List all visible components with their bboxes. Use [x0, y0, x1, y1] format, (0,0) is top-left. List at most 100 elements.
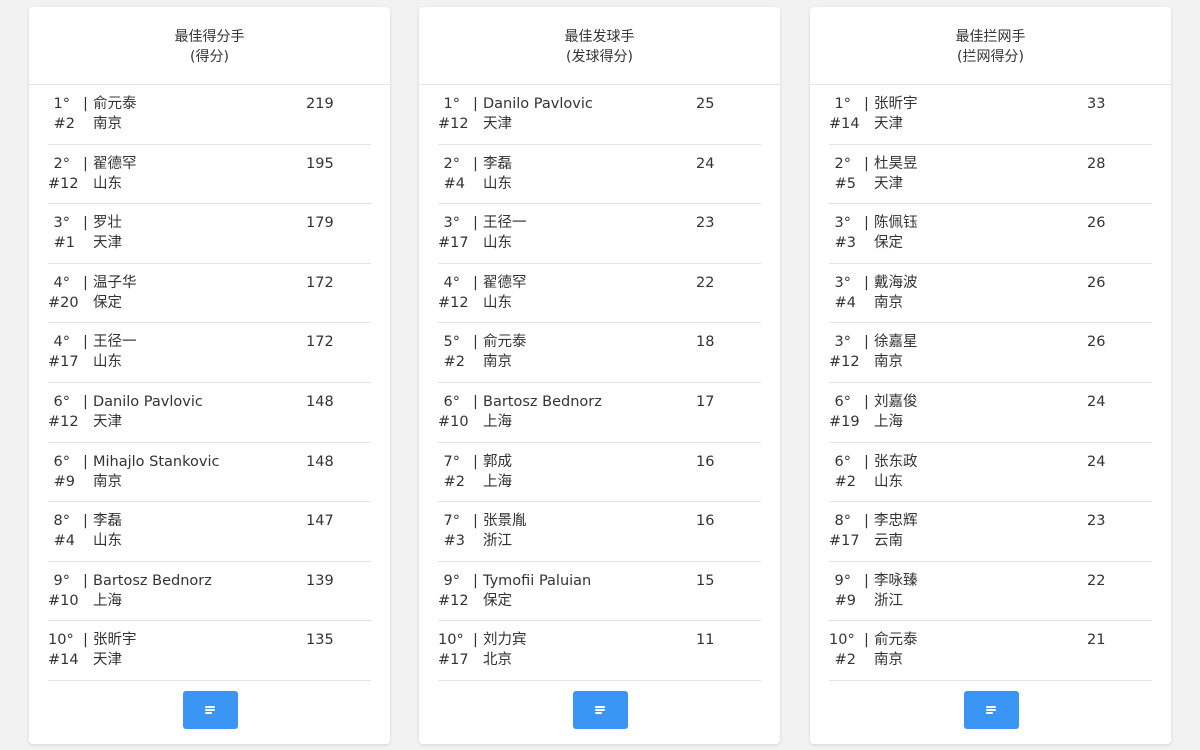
separator: |: [83, 215, 88, 232]
list-item[interactable]: 5° #2 | 俞元泰 南京 18: [438, 323, 761, 383]
list-item[interactable]: 6° #10 | Bartosz Bednorz 上海 17: [438, 383, 761, 443]
list-item[interactable]: 2° #5 | 杜昊昱 天津 28: [829, 145, 1152, 205]
jersey-number: #3: [443, 533, 465, 550]
jersey-number: #2: [53, 116, 75, 132]
score-value: 33: [1087, 96, 1106, 112]
more-button[interactable]: [963, 691, 1019, 729]
separator: |: [864, 334, 869, 351]
rank-label: 9°: [443, 572, 460, 589]
list-item[interactable]: 6° #19 | 刘嘉俊 上海 24: [829, 383, 1152, 443]
rank-label: 6°: [834, 393, 851, 410]
player-name: 张昕宇: [874, 96, 918, 112]
rank-label: 8°: [53, 513, 70, 530]
jersey-number: #9: [834, 592, 856, 609]
score-value: 24: [1087, 453, 1106, 470]
list-item[interactable]: 3° #3 | 陈佩钰 保定 26: [829, 204, 1152, 264]
panel-best-blocker: 最佳拦网手 (拦网得分) 1° #14 | 张昕宇 天津 33 2° #5 | 杜昊昱 天津 28 3°…: [810, 7, 1171, 744]
team-name: 南京: [874, 652, 903, 669]
team-name: 南京: [483, 354, 512, 371]
list-item[interactable]: 6° #12 | Danilo Pavlovic 天津 148: [48, 383, 371, 443]
list-item[interactable]: 3° #4 | 戴海波 南京 26: [829, 264, 1152, 324]
separator: |: [83, 572, 88, 589]
team-name: 山东: [483, 175, 512, 192]
more-button[interactable]: [572, 691, 628, 729]
score-value: 26: [1087, 274, 1106, 291]
jersey-number: #4: [443, 175, 465, 192]
team-name: 上海: [483, 413, 512, 430]
jersey-number: #4: [834, 294, 856, 311]
jersey-number: #14: [48, 652, 79, 669]
player-name: 翟德罕: [483, 274, 527, 291]
jersey-number: #17: [438, 235, 469, 252]
list-item[interactable]: 9° #12 | Tymofii Paluian 保定 15: [438, 562, 761, 622]
player-name: Bartosz Bednorz: [93, 572, 212, 589]
jersey-number: #2: [834, 652, 856, 669]
score-value: 148: [306, 453, 334, 470]
rank-label: 2°: [53, 155, 70, 172]
list-item[interactable]: 3° #12 | 徐嘉星 南京 26: [829, 323, 1152, 383]
rank-label: 1°: [834, 96, 851, 112]
team-name: 天津: [93, 413, 122, 430]
score-value: 139: [306, 572, 334, 589]
list-item[interactable]: 8° #17 | 李忠辉 云南 23: [829, 502, 1152, 562]
team-name: 保定: [93, 294, 122, 311]
score-value: 21: [1087, 632, 1106, 649]
list-item[interactable]: 10° #14 | 张昕宇 天津 135: [48, 621, 371, 681]
list-item[interactable]: 3° #1 | 罗壮 天津 179: [48, 204, 371, 264]
score-value: 172: [306, 274, 334, 291]
player-name: 王径一: [93, 334, 137, 351]
player-name: 刘力宾: [483, 632, 527, 649]
player-name: 王径一: [483, 215, 527, 232]
list-item[interactable]: 10° #17 | 刘力宾 北京 11: [438, 621, 761, 681]
player-name: Bartosz Bednorz: [483, 393, 602, 410]
score-value: 219: [306, 96, 334, 112]
ranking-list: 1° #14 | 张昕宇 天津 33 2° #5 | 杜昊昱 天津 28 3° #3 | 陈佩钰 保定 26 3° #…: [829, 85, 1152, 681]
list-item[interactable]: 1° #14 | 张昕宇 天津 33: [829, 85, 1152, 145]
list-item[interactable]: 4° #20 | 温子华 保定 172: [48, 264, 371, 324]
list-item[interactable]: 2° #12 | 翟德罕 山东 195: [48, 145, 371, 205]
player-name: 陈佩钰: [874, 215, 918, 232]
list-item[interactable]: 6° #2 | 张东政 山东 24: [829, 443, 1152, 503]
separator: |: [473, 513, 478, 530]
jersey-number: #3: [834, 235, 856, 252]
jersey-number: #12: [438, 116, 469, 132]
player-name: 刘嘉俊: [874, 393, 918, 410]
list-item[interactable]: 4° #12 | 翟德罕 山东 22: [438, 264, 761, 324]
score-value: 135: [306, 632, 334, 649]
player-name: 俞元泰: [874, 632, 918, 649]
rank-label: 10°: [48, 632, 74, 649]
list-item[interactable]: 10° #2 | 俞元泰 南京 21: [829, 621, 1152, 681]
rank-label: 3°: [53, 215, 70, 232]
player-name: 罗壮: [93, 215, 122, 232]
list-item[interactable]: 7° #3 | 张景胤 浙江 16: [438, 502, 761, 562]
list-item[interactable]: 1° #12 | Danilo Pavlovic 天津 25: [438, 85, 761, 145]
player-name: 李咏臻: [874, 572, 918, 589]
score-value: 179: [306, 215, 334, 232]
list-item[interactable]: 9° #9 | 李咏臻 浙江 22: [829, 562, 1152, 622]
list-item[interactable]: 2° #4 | 李磊 山东 24: [438, 145, 761, 205]
list-item[interactable]: 9° #10 | Bartosz Bednorz 上海 139: [48, 562, 371, 622]
list-item[interactable]: 8° #4 | 李磊 山东 147: [48, 502, 371, 562]
jersey-number: #9: [53, 473, 75, 490]
list-item[interactable]: 3° #17 | 王径一 山东 23: [438, 204, 761, 264]
separator: |: [473, 274, 478, 291]
score-value: 26: [1087, 334, 1106, 351]
list-item[interactable]: 1° #2 | 俞元泰 南京 219: [48, 85, 371, 145]
separator: |: [473, 632, 478, 649]
rank-label: 6°: [443, 393, 460, 410]
list-item[interactable]: 7° #2 | 郭成 上海 16: [438, 443, 761, 503]
score-value: 172: [306, 334, 334, 351]
rank-label: 10°: [829, 632, 855, 649]
list-item[interactable]: 6° #9 | Mihajlo Stankovic 南京 148: [48, 443, 371, 503]
score-value: 23: [696, 215, 715, 232]
separator: |: [473, 155, 478, 172]
player-name: 俞元泰: [483, 334, 527, 351]
team-name: 山东: [93, 175, 122, 192]
separator: |: [83, 334, 88, 351]
rank-label: 3°: [834, 215, 851, 232]
separator: |: [473, 96, 478, 112]
player-name: 郭成: [483, 453, 512, 470]
more-button[interactable]: [182, 691, 238, 729]
list-item[interactable]: 4° #17 | 王径一 山东 172: [48, 323, 371, 383]
separator: |: [83, 513, 88, 530]
